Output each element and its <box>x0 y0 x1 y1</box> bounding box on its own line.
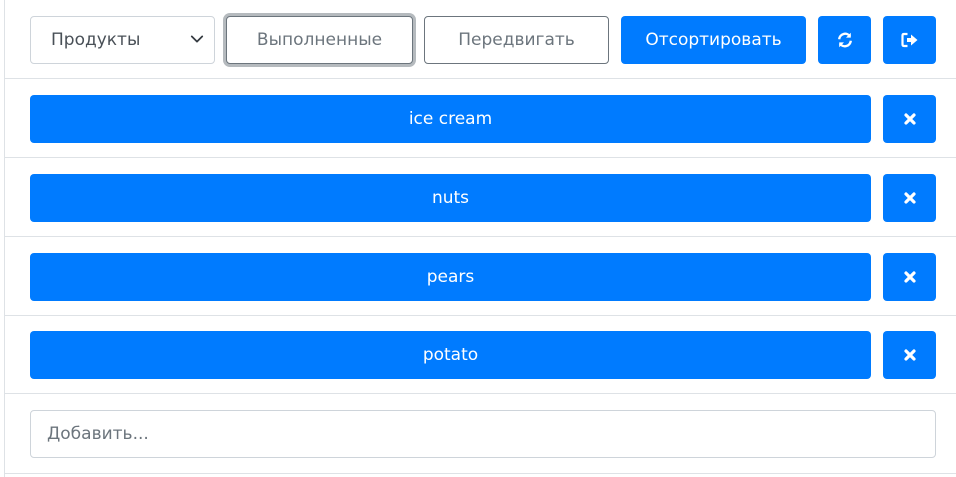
delete-button[interactable] <box>883 95 936 143</box>
item-button[interactable]: ice cream <box>30 95 871 143</box>
chevron-down-icon <box>190 35 204 43</box>
delete-button[interactable] <box>883 253 936 301</box>
toolbar: Продукты Выполненные Передвигать Отсорти… <box>5 0 956 79</box>
list-item: potato <box>5 315 956 394</box>
list-item: pears <box>5 237 956 316</box>
shopping-list-panel: Продукты Выполненные Передвигать Отсорти… <box>4 0 956 477</box>
refresh-button[interactable] <box>818 16 871 64</box>
logout-button[interactable] <box>883 16 936 64</box>
sort-button[interactable]: Отсортировать <box>621 16 806 64</box>
close-icon <box>903 271 916 283</box>
sign-out-icon <box>900 32 917 48</box>
category-select-value: Продукты <box>51 30 141 50</box>
close-icon <box>903 192 916 204</box>
close-icon <box>903 349 916 361</box>
add-row <box>5 394 956 474</box>
category-select[interactable]: Продукты <box>30 16 215 64</box>
list-item: ice cream <box>5 79 956 158</box>
add-item-input[interactable] <box>30 410 936 458</box>
list-item: nuts <box>5 158 956 237</box>
delete-button[interactable] <box>883 331 936 379</box>
item-button[interactable]: potato <box>30 331 871 379</box>
refresh-icon <box>837 32 852 48</box>
item-button[interactable]: nuts <box>30 174 871 222</box>
item-button[interactable]: pears <box>30 253 871 301</box>
show-completed-button[interactable]: Выполненные <box>226 16 413 64</box>
delete-button[interactable] <box>883 174 936 222</box>
close-icon <box>903 113 916 125</box>
move-button[interactable]: Передвигать <box>424 16 609 64</box>
